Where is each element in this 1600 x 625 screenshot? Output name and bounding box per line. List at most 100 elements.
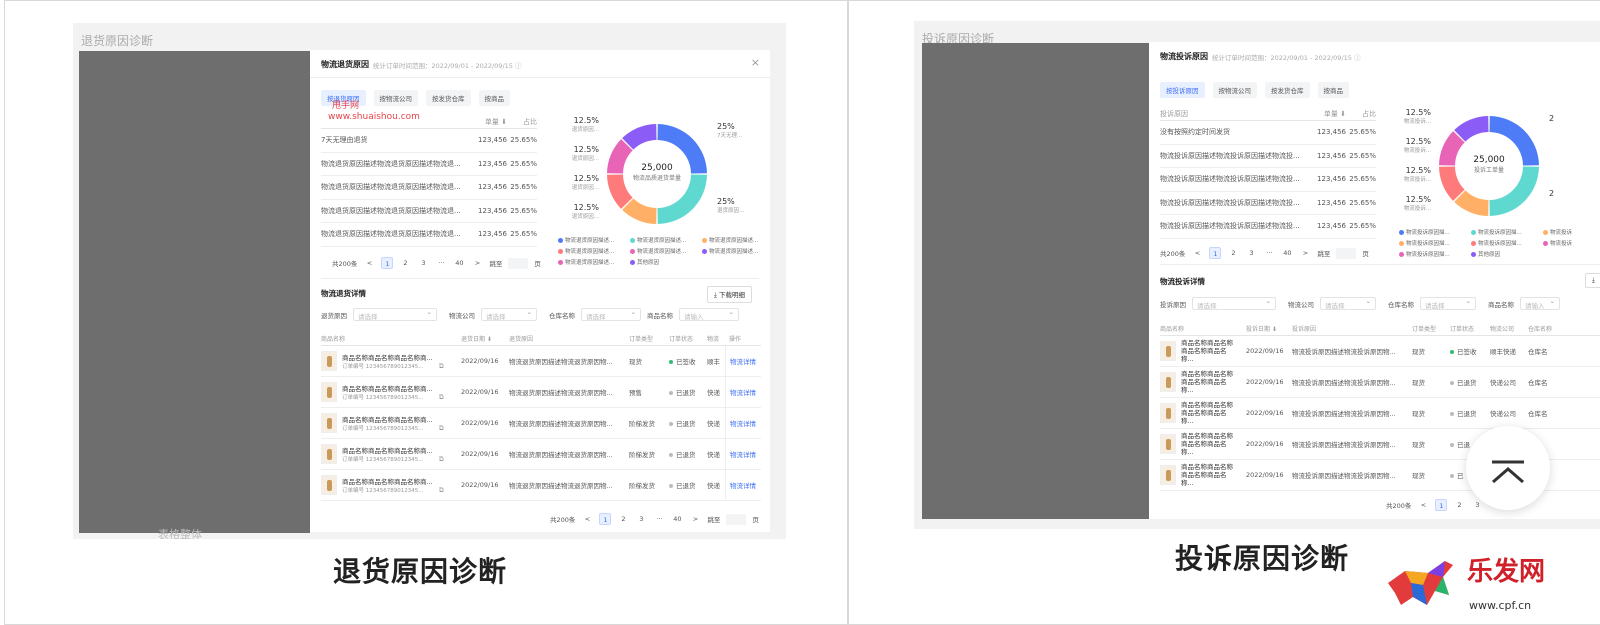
pager-page-3[interactable]: 3 bbox=[1245, 247, 1257, 259]
legend-item[interactable]: 物流退货原因描述... bbox=[630, 247, 696, 255]
copy-icon[interactable]: ⧉ bbox=[439, 455, 444, 464]
legend-item[interactable]: 其他原因 bbox=[630, 258, 696, 266]
logistics-select[interactable]: 请选择 bbox=[481, 308, 537, 321]
download-button[interactable]: ⤓ 下载明细 bbox=[707, 286, 752, 303]
logistics-detail-link[interactable]: 物流详情 bbox=[725, 346, 761, 376]
tab-by-logistics[interactable]: 按物流公司 bbox=[1212, 82, 1257, 98]
logistics-detail-link[interactable]: 物流详情 bbox=[725, 408, 761, 438]
pager-page-2[interactable]: 2 bbox=[1227, 247, 1239, 259]
legend-item[interactable]: 物流投诉原因描... bbox=[1399, 228, 1465, 236]
pager-page-1[interactable]: 1 bbox=[1435, 499, 1448, 511]
legend-item[interactable]: 物流投诉原因描... bbox=[1399, 250, 1465, 258]
table-row[interactable]: 物流退货原因描述物流退货原因描述物流退... 123,456 25.65% bbox=[321, 153, 537, 176]
table-row[interactable]: 商品名称商品名称商品名称商... 订单编号 123456789012345... ⧉… bbox=[321, 439, 761, 470]
warehouse-select[interactable]: 请选择 bbox=[581, 308, 641, 321]
tab-by-warehouse[interactable]: 按发货仓库 bbox=[426, 90, 471, 106]
close-icon[interactable]: × bbox=[751, 56, 760, 69]
col-count[interactable]: 单量 ⬇ bbox=[471, 117, 507, 127]
table-row[interactable]: 物流退货原因描述物流退货原因描述物流退... 123,456 25.65% bbox=[321, 223, 537, 247]
reason-cell: 物流退货原因描述物流退货原因物... bbox=[509, 389, 613, 397]
logistics-cell: 快递 bbox=[707, 389, 720, 397]
tab-by-logistics[interactable]: 按物流公司 bbox=[373, 90, 418, 106]
legend-item[interactable]: 物流退货原因描述... bbox=[558, 258, 624, 266]
warehouse-select[interactable]: 请选择 bbox=[1420, 297, 1476, 310]
pager-next[interactable]: > bbox=[1299, 247, 1311, 259]
table-row[interactable]: 商品名称商品名称商品名称商品名称... 2022/09/16 物流投诉原因描述物流投… bbox=[1160, 336, 1600, 367]
pager-prev[interactable]: < bbox=[1191, 247, 1203, 259]
pager-next[interactable]: > bbox=[689, 513, 701, 525]
pager-page-1[interactable]: 1 bbox=[599, 513, 612, 525]
pager-goto-input[interactable] bbox=[726, 513, 747, 525]
copy-icon[interactable]: ⧉ bbox=[439, 362, 444, 371]
table-row[interactable]: 物流退货原因描述物流退货原因描述物流退... 123,456 25.65% bbox=[321, 200, 537, 223]
table-row[interactable]: 商品名称商品名称商品名称商... 订单编号 123456789012345... ⧉… bbox=[321, 377, 761, 408]
table-row[interactable]: 物流退货原因描述物流退货原因描述物流退... 123,456 25.65% bbox=[321, 176, 537, 200]
copy-icon[interactable]: ⧉ bbox=[439, 486, 444, 495]
reason-cell: 物流投诉原因描述物流投诉原因描述物流投... bbox=[1160, 151, 1300, 160]
table-row[interactable]: 没有按照约定时间发货 123,456 25.65% bbox=[1160, 121, 1376, 145]
table-row[interactable]: 商品名称商品名称商品名称商... 订单编号 123456789012345... ⧉… bbox=[321, 408, 761, 439]
pager-page-40[interactable]: 40 bbox=[671, 513, 683, 525]
table-row[interactable]: 物流投诉原因描述物流投诉原因描述物流投... 123,456 25.65% bbox=[1160, 168, 1376, 192]
tab-by-product[interactable]: 按商品 bbox=[478, 90, 510, 106]
pager-prev[interactable]: < bbox=[1417, 499, 1429, 511]
tab-by-reason[interactable]: 按投诉原因 bbox=[1160, 82, 1205, 98]
legend-item[interactable]: 物流退货原因描述... bbox=[702, 236, 768, 244]
pager-page-2[interactable]: 2 bbox=[617, 513, 629, 525]
col-date[interactable]: 退货日期 ⬇ bbox=[461, 334, 509, 343]
download-button[interactable]: ⤓ bbox=[1585, 273, 1600, 288]
product-name-input[interactable]: 请输入 bbox=[1520, 297, 1560, 310]
pager-prev[interactable]: < bbox=[363, 257, 375, 269]
product-name: 商品名称商品名称商品名称商... bbox=[342, 384, 433, 393]
return-reason-select[interactable]: 请选择 bbox=[353, 308, 437, 321]
product-name-input[interactable]: 请输入 bbox=[679, 308, 739, 321]
pct-cell: 25.65% bbox=[510, 136, 537, 145]
table-row[interactable]: 商品名称商品名称商品名称商品名称... 2022/09/16 物流投诉原因描述物流投… bbox=[1160, 398, 1600, 429]
pager-prev[interactable]: < bbox=[581, 513, 593, 525]
copy-icon[interactable]: ⧉ bbox=[439, 424, 444, 433]
col-count[interactable]: 单量 ⬇ bbox=[1310, 109, 1346, 119]
table-row[interactable]: 商品名称商品名称商品名称商... 订单编号 123456789012345... ⧉… bbox=[321, 470, 761, 501]
legend-item[interactable]: 物流退货原因描述... bbox=[702, 247, 768, 255]
legend-item[interactable]: 物流投诉原因描... bbox=[1471, 228, 1537, 236]
legend-item[interactable]: 物流退货原因描述... bbox=[558, 236, 624, 244]
legend-item[interactable]: 物流投诉 bbox=[1543, 239, 1600, 247]
pager-goto-input[interactable] bbox=[508, 257, 529, 269]
legend-item[interactable]: 物流退货原因描述... bbox=[630, 236, 696, 244]
pager-goto-input[interactable] bbox=[1336, 247, 1357, 259]
pager-ellipsis[interactable]: ··· bbox=[653, 513, 665, 525]
pager-page-1[interactable]: 1 bbox=[381, 257, 394, 269]
legend-item[interactable]: 物流退货原因描述... bbox=[558, 247, 624, 255]
pager-page-2[interactable]: 2 bbox=[1453, 499, 1465, 511]
legend-item[interactable]: 物流投诉 bbox=[1543, 228, 1600, 236]
table-row[interactable]: 物流投诉原因描述物流投诉原因描述物流投... 123,456 25.65% bbox=[1160, 192, 1376, 215]
table-row[interactable]: 商品名称商品名称商品名称商... 订单编号 123456789012345... ⧉… bbox=[321, 346, 761, 377]
copy-icon[interactable]: ⧉ bbox=[439, 393, 444, 402]
pager-page-3[interactable]: 3 bbox=[635, 513, 647, 525]
logistics-detail-link[interactable]: 物流详情 bbox=[725, 377, 761, 407]
complaint-reason-select[interactable]: 请选择 bbox=[1192, 297, 1276, 310]
pager-page-40[interactable]: 40 bbox=[453, 257, 465, 269]
back-to-top-button[interactable] bbox=[1466, 426, 1550, 510]
pager-next[interactable]: > bbox=[471, 257, 483, 269]
table-row[interactable]: 商品名称商品名称商品名称商品名称... 2022/09/16 物流投诉原因描述物流投… bbox=[1160, 367, 1600, 398]
pager-ellipsis[interactable]: ··· bbox=[1263, 247, 1275, 259]
legend-dot-icon bbox=[630, 238, 635, 243]
logistics-select[interactable]: 请选择 bbox=[1320, 297, 1376, 310]
table-row[interactable]: 物流投诉原因描述物流投诉原因描述物流投... 123,456 25.65% bbox=[1160, 215, 1376, 239]
table-row[interactable]: 物流投诉原因描述物流投诉原因描述物流投... 123,456 25.65% bbox=[1160, 145, 1376, 168]
legend-item[interactable]: 物流投诉原因描... bbox=[1471, 239, 1537, 247]
logistics-detail-link[interactable]: 物流详情 bbox=[725, 470, 761, 500]
pager-ellipsis[interactable]: ··· bbox=[435, 257, 447, 269]
tab-by-product[interactable]: 按商品 bbox=[1317, 82, 1349, 98]
pager-page-2[interactable]: 2 bbox=[399, 257, 411, 269]
legend-item[interactable]: 物流投诉原因描... bbox=[1399, 239, 1465, 247]
pager-page-1[interactable]: 1 bbox=[1209, 247, 1222, 259]
tab-by-warehouse[interactable]: 按发货仓库 bbox=[1265, 82, 1310, 98]
legend-item[interactable]: 其他原因 bbox=[1471, 250, 1537, 258]
logistics-detail-link[interactable]: 物流详情 bbox=[725, 439, 761, 469]
pager-page-40[interactable]: 40 bbox=[1281, 247, 1293, 259]
table-row[interactable]: 7天无理由退货 123,456 25.65% bbox=[321, 129, 537, 153]
pager-page-3[interactable]: 3 bbox=[417, 257, 429, 269]
col-date[interactable]: 投诉日期 ⬇ bbox=[1246, 324, 1292, 333]
